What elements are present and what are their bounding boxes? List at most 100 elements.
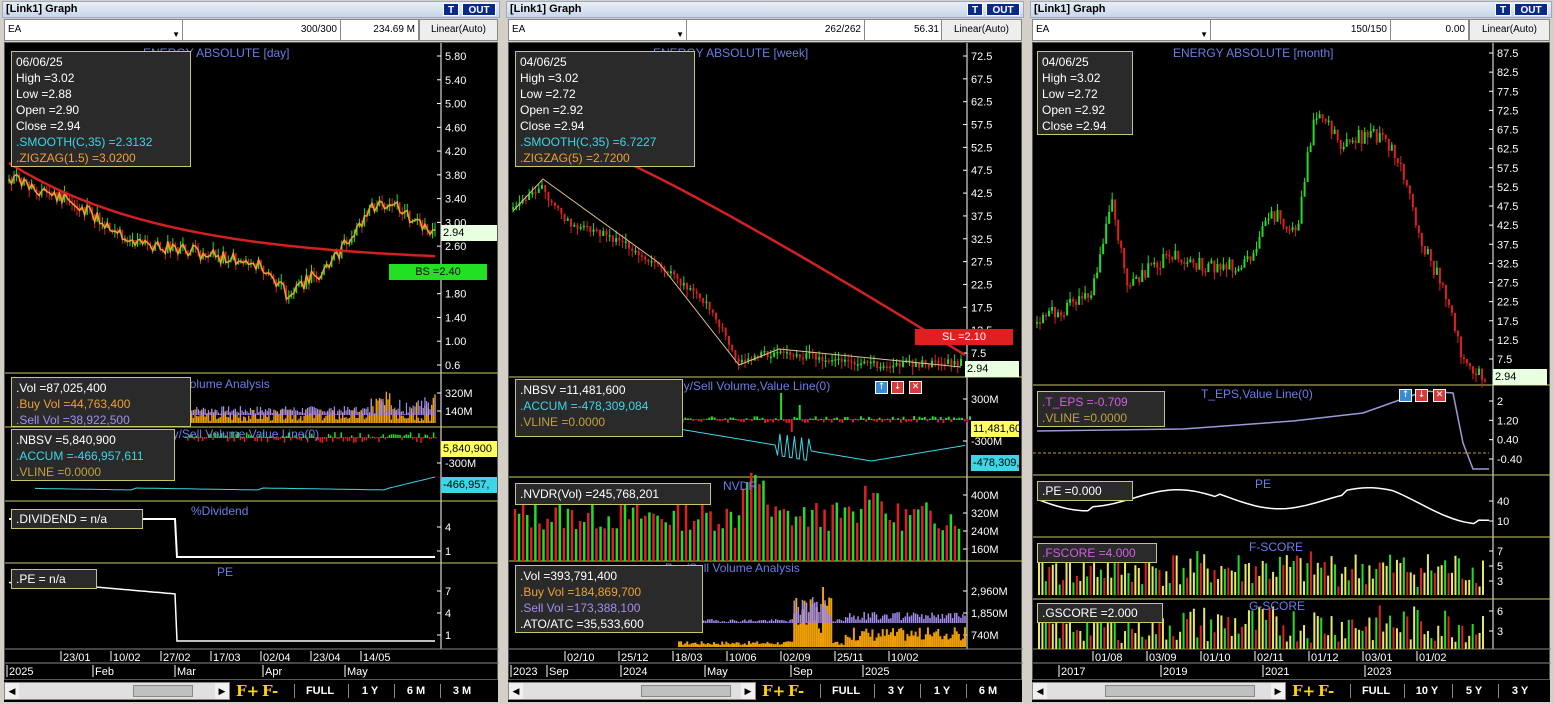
fscore-bar [1103, 577, 1106, 595]
fscore-bar [1151, 566, 1154, 595]
move-down-icon[interactable]: ↓ [891, 381, 904, 394]
horizontal-scrollbar[interactable]: ◀ ▶ [1032, 682, 1286, 700]
info-date: 04/06/25 [1042, 55, 1089, 69]
symbol-select[interactable]: EA ▼ [509, 20, 687, 40]
close-icon[interactable]: ✕ [909, 381, 922, 394]
close-icon[interactable]: ✕ [1433, 389, 1446, 402]
price-candle [1093, 278, 1096, 296]
volume-bar [410, 412, 413, 415]
price-candle [599, 229, 602, 237]
volume-bar [742, 620, 744, 623]
volume-bar [387, 399, 389, 423]
price-candle [889, 366, 892, 368]
nbsv-bar [838, 419, 841, 423]
horizontal-scrollbar[interactable]: ◀ ▶ [4, 682, 230, 700]
gscore-bar [1468, 635, 1471, 649]
zoom-in-button[interactable]: F+ [236, 680, 259, 702]
scroll-left-icon[interactable]: ◀ [509, 683, 523, 699]
gscore-bar [1358, 629, 1361, 649]
zoom-in-button[interactable]: F+ [1292, 680, 1315, 702]
period-3m-button[interactable]: 3 M [442, 682, 482, 700]
price-candle [1360, 130, 1363, 144]
price-candle [673, 271, 676, 275]
scroll-thumb[interactable] [1105, 685, 1255, 697]
price-candle [602, 230, 605, 237]
zoom-out-button[interactable]: F- [262, 680, 278, 702]
price-candle [560, 207, 563, 214]
price-candle [1039, 322, 1042, 324]
volume-bar [238, 412, 240, 415]
chart-area[interactable]: 72.5 67.5 62.5 57.5 52.5 47.5 42.5 37.5 32.5 27.5… [508, 42, 1023, 680]
period-10y-button[interactable]: 10 Y [1406, 682, 1448, 700]
fscore-bar [1316, 562, 1319, 595]
bar-count: 150/150 [1211, 20, 1391, 40]
fscore-bar [1299, 558, 1302, 595]
scale-select[interactable]: Linear(Auto) [419, 20, 497, 40]
window-titlebar[interactable]: [Link1] Graph T OUT [1030, 1, 1552, 18]
move-down-icon[interactable]: ↓ [1415, 389, 1428, 402]
price-candle [901, 361, 904, 367]
zoom-out-button[interactable]: F- [788, 680, 804, 702]
fscore-bar [1275, 576, 1278, 595]
scroll-thumb[interactable] [133, 685, 193, 697]
fscore-bar [1454, 555, 1457, 595]
horizontal-scrollbar[interactable]: ◀ ▶ [508, 682, 756, 700]
period-1y-button[interactable]: 1 Y [922, 682, 962, 700]
info-accum: .ACCUM =-466,957,611 [16, 449, 144, 463]
pe-axis-label: 4 [445, 608, 451, 620]
price-candle [1150, 263, 1153, 265]
price-axis-label: 5.40 [445, 75, 466, 87]
period-3y-button[interactable]: 3 Y [1500, 682, 1540, 700]
scroll-right-icon[interactable]: ▶ [215, 683, 229, 699]
fscore-bar [1220, 565, 1223, 595]
t-button[interactable]: T [967, 3, 983, 16]
window-titlebar[interactable]: [Link1] Graph T OUT [2, 1, 500, 18]
volume-bar [333, 406, 335, 415]
out-button[interactable]: OUT [1514, 3, 1548, 16]
fscore-bar [1168, 583, 1171, 595]
scale-select[interactable]: Linear(Auto) [941, 20, 1021, 40]
window-titlebar[interactable]: [Link1] Graph T OUT [506, 1, 1024, 18]
t-button[interactable]: T [443, 3, 459, 16]
period-full-button[interactable]: FULL [1352, 682, 1400, 700]
t-button[interactable]: T [1495, 3, 1511, 16]
volume-bar [910, 630, 913, 647]
move-up-icon[interactable]: ↑ [875, 381, 888, 394]
zoom-in-button[interactable]: F+ [762, 680, 785, 702]
volume-bar [328, 408, 330, 415]
period-6m-button[interactable]: 6 M [968, 682, 1008, 700]
period-1y-button[interactable]: 1 Y [350, 682, 390, 700]
period-full-button[interactable]: FULL [822, 682, 870, 700]
price-axis-label: 32.5 [1497, 258, 1518, 270]
zoom-out-button[interactable]: F- [1318, 680, 1334, 702]
period-full-button[interactable]: FULL [296, 682, 344, 700]
out-button[interactable]: OUT [986, 3, 1020, 16]
volume-bar [301, 420, 304, 423]
chart-area[interactable]: 5.805.405.004.604.203.803.403.002.602.20… [4, 42, 499, 680]
scroll-left-icon[interactable]: ◀ [5, 683, 19, 699]
gscore-title: G-SCORE [1249, 599, 1306, 613]
scroll-left-icon[interactable]: ◀ [1033, 683, 1047, 699]
scroll-right-icon[interactable]: ▶ [741, 683, 755, 699]
nvdr-bar [908, 515, 912, 561]
period-5y-button[interactable]: 5 Y [1454, 682, 1494, 700]
period-3y-button[interactable]: 3 Y [876, 682, 916, 700]
gscore-bar [1440, 636, 1443, 649]
chart-area[interactable]: 87.5 82.5 77.5 72.5 67.5 62.5 57.5 52.5 47.5 42.5… [1032, 42, 1551, 680]
move-up-icon[interactable]: ↑ [1399, 389, 1412, 402]
symbol-select[interactable]: EA ▼ [5, 20, 183, 40]
price-candle [1387, 138, 1390, 151]
volume-bar [261, 410, 263, 415]
scale-select[interactable]: Linear(Auto) [1469, 20, 1549, 40]
volume-bar [347, 407, 349, 415]
volume-bar [221, 406, 223, 415]
scroll-right-icon[interactable]: ▶ [1271, 683, 1285, 699]
volume-bar [931, 612, 933, 623]
symbol-select[interactable]: EA ▼ [1033, 20, 1211, 40]
volume-bar [956, 612, 958, 623]
bs-tag: BS =2.40 [389, 264, 487, 280]
nbsv-bar [740, 419, 743, 422]
out-button[interactable]: OUT [462, 3, 496, 16]
period-6m-button[interactable]: 6 M [396, 682, 436, 700]
scroll-thumb[interactable] [641, 685, 731, 697]
